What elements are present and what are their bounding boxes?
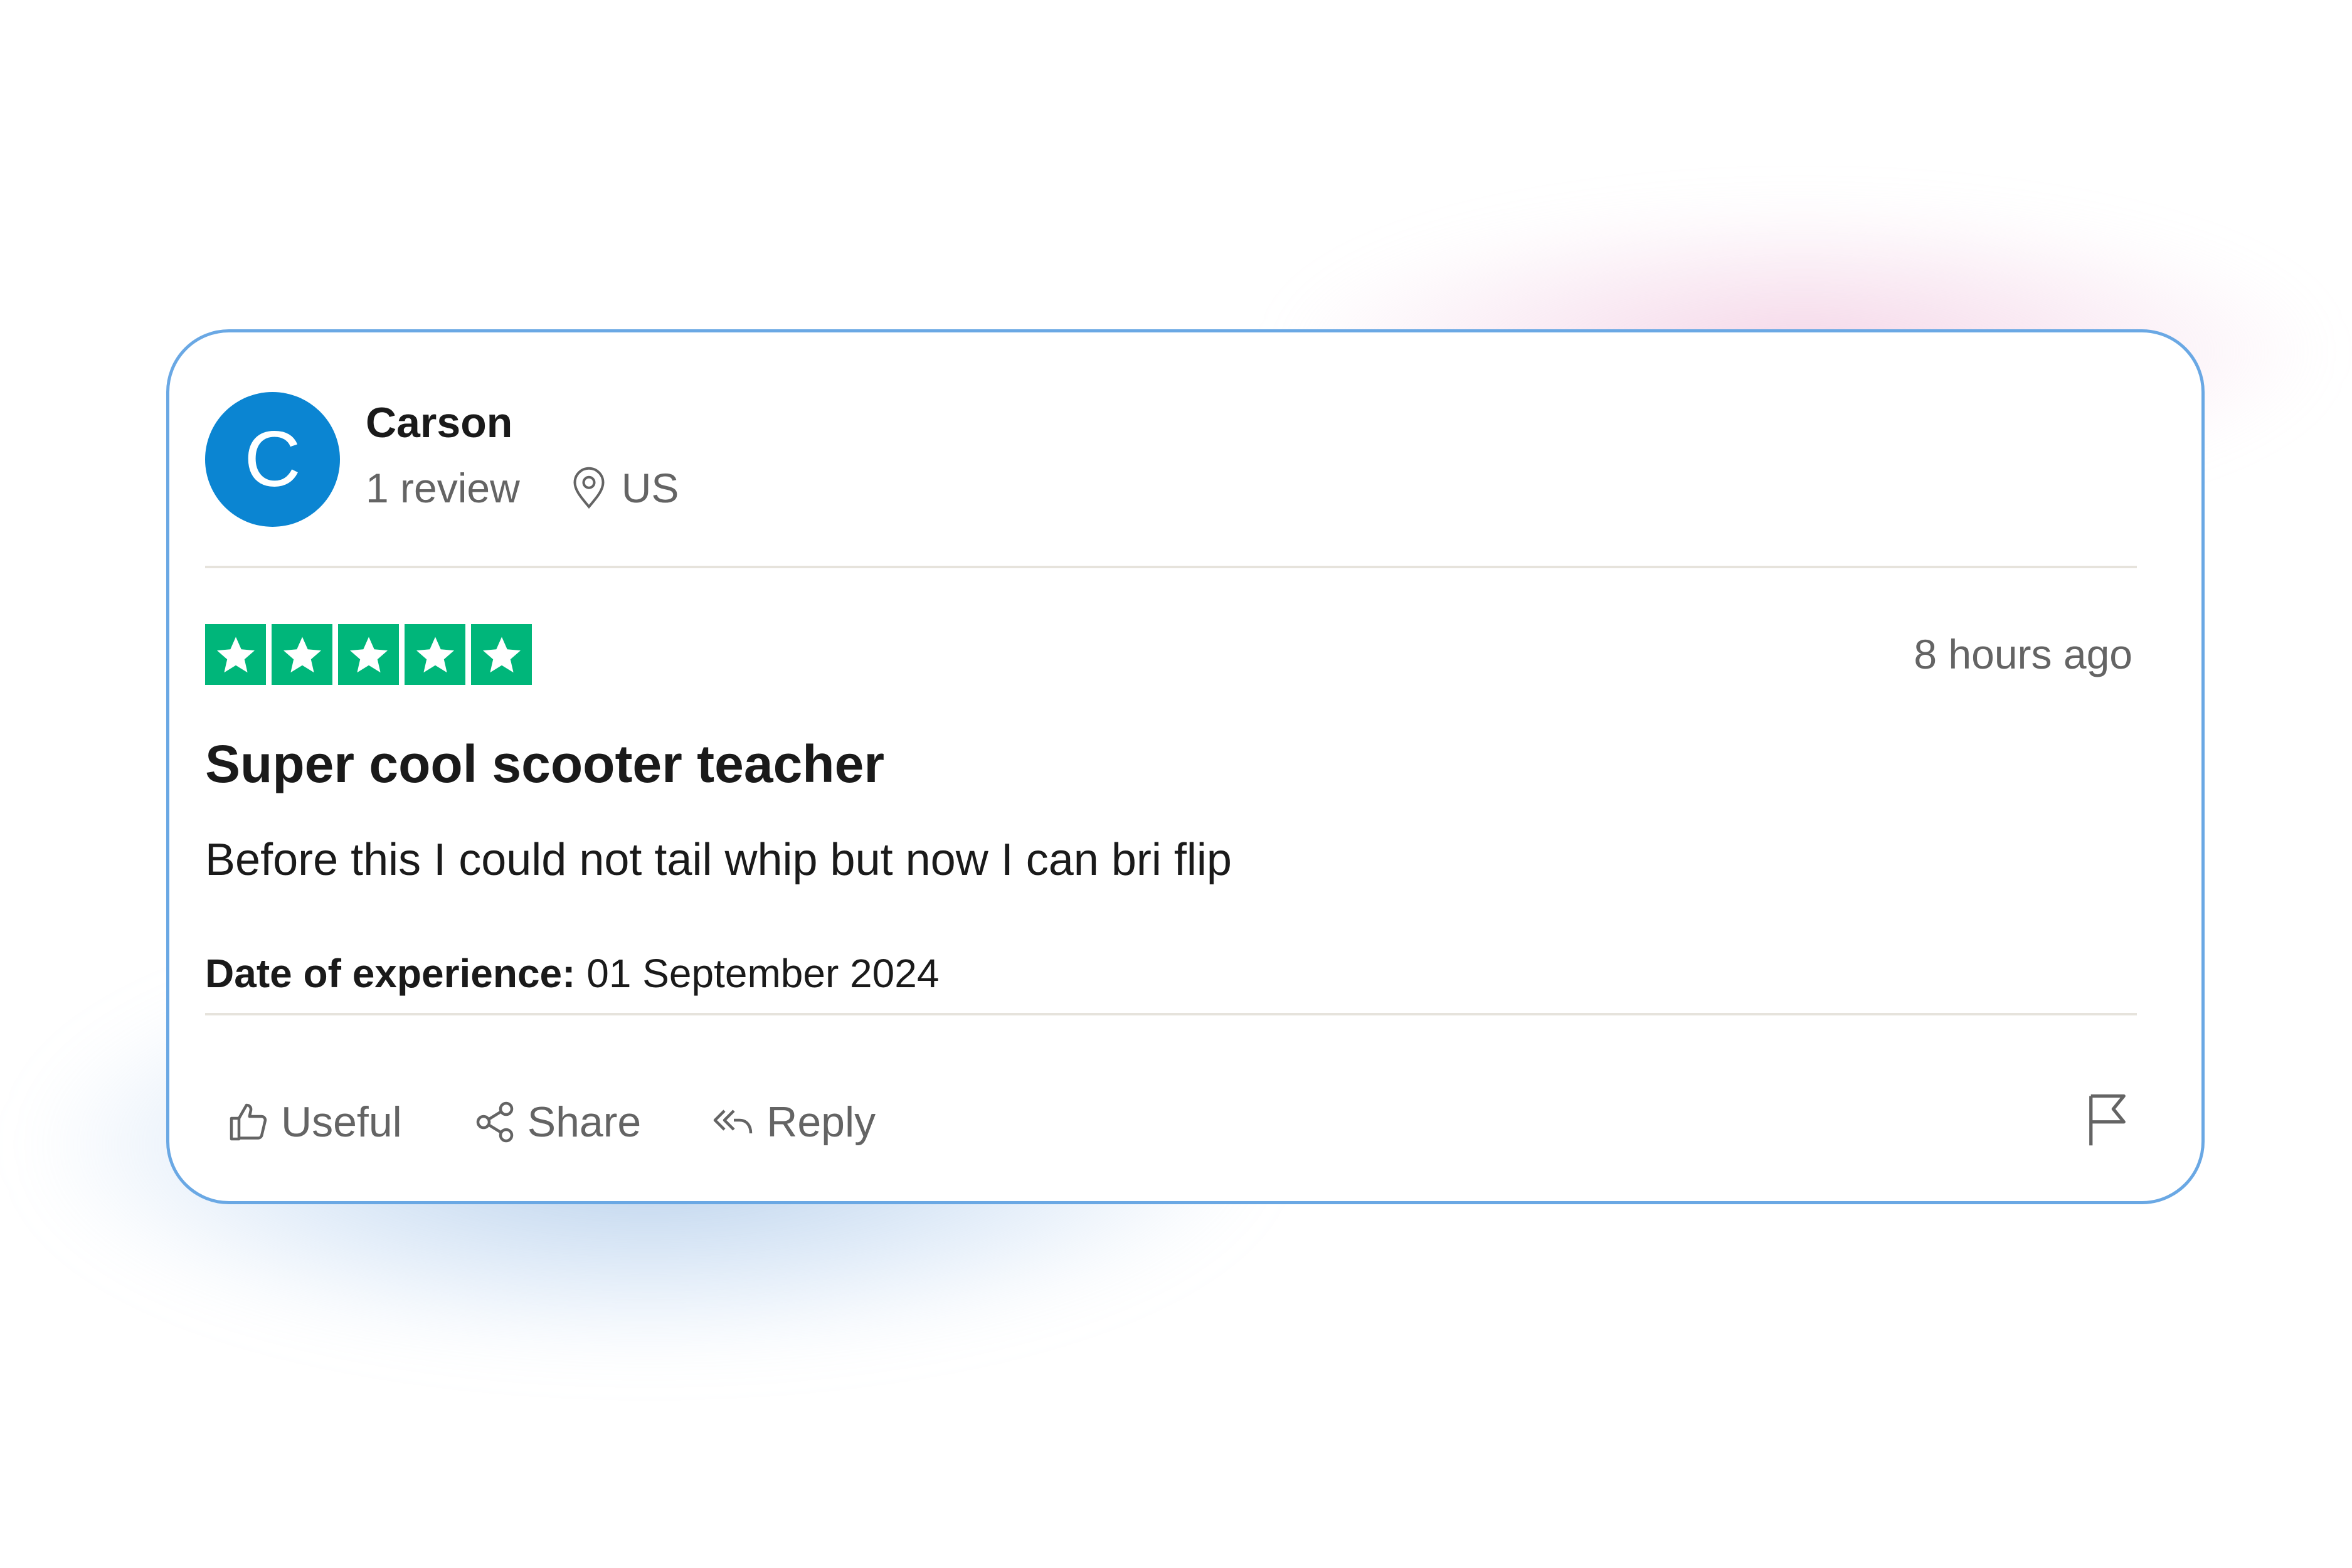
star-icon: [471, 624, 532, 685]
report-button[interactable]: [2082, 1091, 2132, 1148]
share-icon: [476, 1101, 513, 1143]
reply-icon: [713, 1110, 753, 1134]
star-icon: [405, 624, 465, 685]
experience-label: Date of experience:: [205, 951, 576, 996]
share-label: Share: [527, 1098, 642, 1146]
star-rating: [205, 624, 538, 685]
star-icon: [205, 624, 266, 685]
review-body: Before this I could not tail whip but no…: [205, 835, 1232, 885]
thumbs-up-icon: [230, 1103, 267, 1141]
reviewer-meta: 1 review US: [366, 464, 679, 512]
review-count: 1 review: [366, 465, 520, 511]
experience-date: 01 September 2024: [586, 951, 940, 996]
review-time-ago: 8 hours ago: [1914, 631, 2132, 677]
header-divider: [205, 566, 2137, 568]
review-title[interactable]: Super cool scooter teacher: [205, 734, 884, 795]
avatar[interactable]: C: [205, 392, 340, 527]
flag-icon: [2089, 1094, 2126, 1146]
footer-divider: [205, 1013, 2137, 1015]
useful-button[interactable]: Useful: [226, 1098, 402, 1147]
review-card: C Carson 1 review US 8 hours ago Super c…: [166, 329, 2205, 1204]
share-button[interactable]: Share: [472, 1098, 641, 1147]
avatar-initial: C: [244, 416, 301, 503]
location-pin-icon: [570, 466, 608, 510]
review-actions: Useful Share Reply: [226, 1098, 946, 1147]
reviewer-country: US: [621, 465, 679, 511]
useful-label: Useful: [281, 1098, 402, 1146]
star-icon: [338, 624, 399, 685]
reply-button[interactable]: Reply: [711, 1098, 876, 1147]
star-icon: [272, 624, 332, 685]
reviewer-name[interactable]: Carson: [366, 398, 512, 447]
date-of-experience: Date of experience: 01 September 2024: [205, 950, 939, 997]
reply-label: Reply: [766, 1098, 876, 1146]
